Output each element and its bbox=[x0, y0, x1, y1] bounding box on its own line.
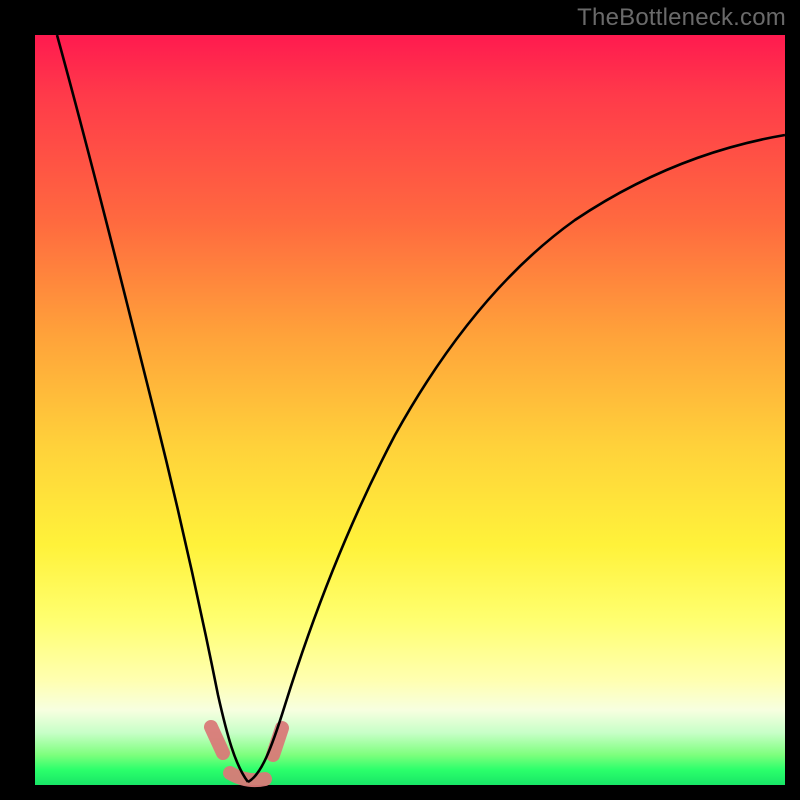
highlight-seg-left bbox=[211, 727, 223, 753]
minimum-highlight-group bbox=[211, 727, 282, 780]
chart-frame: TheBottleneck.com bbox=[0, 0, 800, 800]
watermark-text: TheBottleneck.com bbox=[577, 4, 786, 32]
chart-plot-area bbox=[35, 35, 785, 785]
curve-left-branch bbox=[57, 35, 248, 782]
highlight-seg-bottom bbox=[230, 773, 265, 780]
chart-svg bbox=[35, 35, 785, 785]
curve-right-branch bbox=[248, 135, 785, 782]
